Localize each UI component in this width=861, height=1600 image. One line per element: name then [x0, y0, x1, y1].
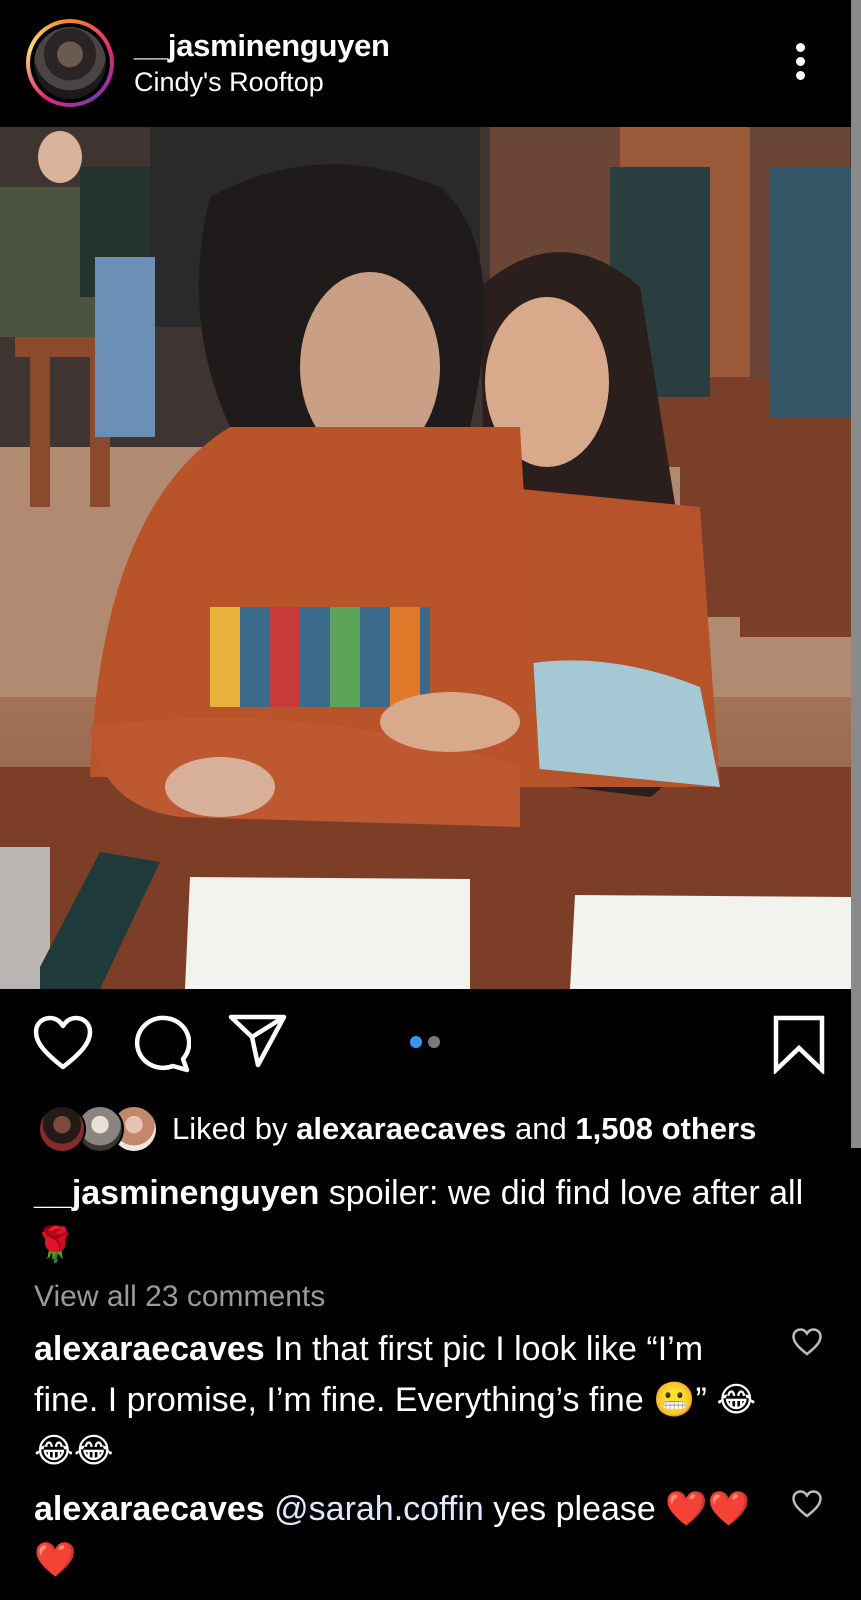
share-icon[interactable] [228, 1013, 288, 1069]
carousel-dot [428, 1036, 440, 1048]
view-all-comments[interactable]: View all 23 comments [34, 1280, 325, 1314]
caption: __jasminenguyen spoiler: we did find lov… [34, 1167, 804, 1271]
heart-icon[interactable] [33, 1015, 93, 1071]
rose-emoji: 🌹 [34, 1225, 77, 1265]
likes-user[interactable]: alexaraecaves [296, 1111, 506, 1146]
likes-count[interactable]: 1,508 others [575, 1111, 756, 1146]
likes-text: Liked by alexaraecaves and 1,508 others [172, 1111, 756, 1147]
comment-icon[interactable] [133, 1015, 191, 1073]
post-location[interactable]: Cindy's Rooftop [134, 67, 324, 98]
comment-username[interactable]: alexaraecaves [34, 1490, 265, 1528]
post-username[interactable]: __jasminenguyen [134, 28, 390, 64]
more-vertical-icon[interactable] [790, 43, 810, 87]
grimace-emoji: 😬 [653, 1380, 696, 1420]
comment-mention[interactable]: @sarah.coffin [274, 1490, 484, 1528]
comment-item: alexaraecaves In that first pic I look l… [34, 1324, 774, 1477]
caption-username[interactable]: __jasminenguyen [34, 1174, 319, 1212]
comment-quote: ” [695, 1381, 707, 1419]
comment-heart-icon[interactable] [792, 1328, 822, 1356]
carousel-dot-active [410, 1036, 422, 1048]
comment-item: alexaraecaves @sarah.coffin yes please ❤… [34, 1484, 774, 1586]
liker-avatar [38, 1105, 86, 1153]
avatar-image [34, 27, 106, 99]
profile-avatar[interactable] [26, 19, 114, 107]
likes-row[interactable]: Liked by alexaraecaves and 1,508 others [0, 1105, 851, 1155]
comment-username[interactable]: alexaraecaves [34, 1330, 265, 1368]
likes-prefix: Liked by [172, 1111, 288, 1146]
bookmark-icon[interactable] [772, 1014, 826, 1074]
post-photo[interactable] [0, 127, 851, 989]
comment-text: yes please [493, 1490, 656, 1528]
carousel-indicator [410, 1035, 446, 1053]
post-header: __jasminenguyen Cindy's Rooftop [0, 0, 851, 127]
photo-illustration [0, 127, 851, 989]
likes-middle: and [515, 1111, 567, 1146]
scrollbar[interactable] [851, 0, 861, 1148]
caption-text: spoiler: we did find love after all [328, 1174, 804, 1212]
comment-heart-icon[interactable] [792, 1490, 822, 1518]
